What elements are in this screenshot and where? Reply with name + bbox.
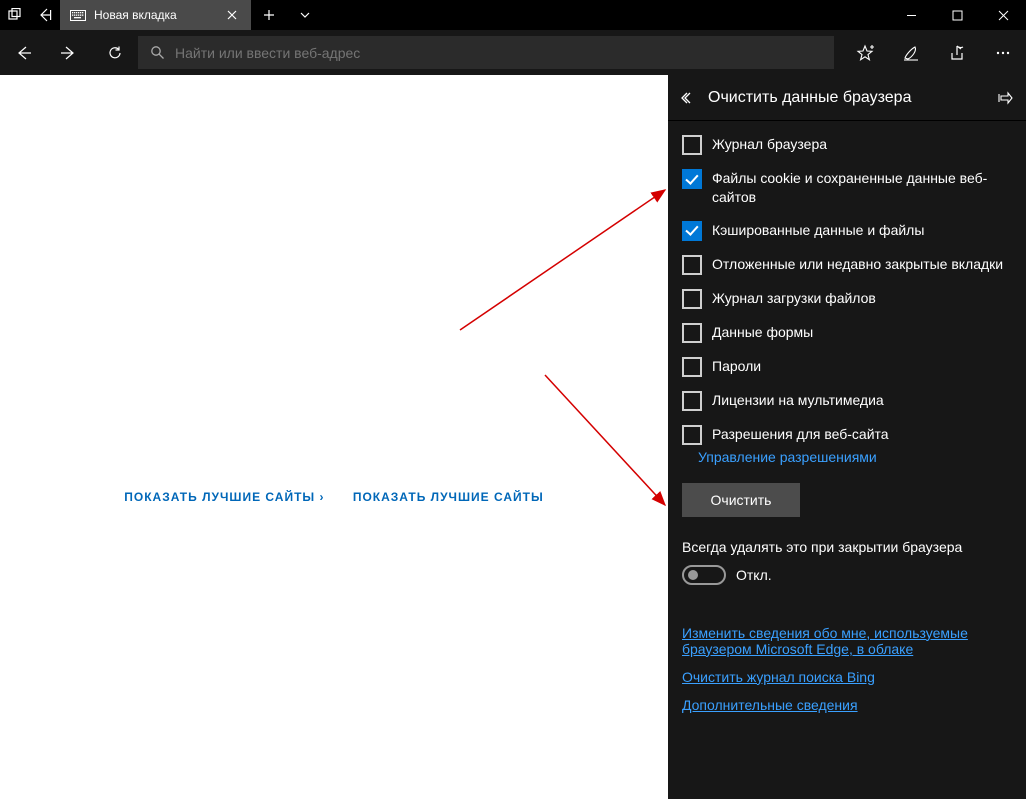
checkbox[interactable]	[682, 255, 702, 275]
toolbar	[0, 30, 1026, 75]
clear-option-7[interactable]: Лицензии на мультимедиа	[682, 391, 1012, 411]
panel-header: Очистить данные браузера	[668, 75, 1026, 121]
window-close-button[interactable]	[980, 0, 1026, 30]
clear-option-2[interactable]: Кэшированные данные и файлы	[682, 221, 1012, 241]
panel-back-button[interactable]	[678, 91, 698, 105]
more-menu-button[interactable]	[980, 30, 1026, 75]
checkbox-label: Файлы cookie и сохраненные данные веб-са…	[712, 169, 1012, 207]
clear-option-1[interactable]: Файлы cookie и сохраненные данные веб-са…	[682, 169, 1012, 207]
nav-forward-button[interactable]	[46, 30, 92, 75]
checkbox-label: Журнал загрузки файлов	[712, 289, 876, 308]
manage-permissions-link[interactable]: Управление разрешениями	[668, 449, 1026, 465]
panel-pin-button[interactable]	[996, 90, 1016, 106]
window-minimize-button[interactable]	[888, 0, 934, 30]
reload-button[interactable]	[92, 30, 138, 75]
top-sites-link-2[interactable]: ПОКАЗАТЬ ЛУЧШИЕ САЙТЫ	[353, 490, 544, 504]
new-tab-button[interactable]	[251, 0, 287, 30]
checkbox[interactable]	[682, 357, 702, 377]
tab-keyboard-icon	[70, 10, 86, 21]
checkbox[interactable]	[682, 391, 702, 411]
clear-options-list: Журнал браузера Файлы cookie и сохраненны…	[668, 121, 1026, 445]
checkbox[interactable]	[682, 169, 702, 189]
clear-option-3[interactable]: Отложенные или недавно закрытые вкладки	[682, 255, 1012, 275]
window-maximize-button[interactable]	[934, 0, 980, 30]
search-icon	[150, 45, 165, 60]
always-clear-toggle[interactable]	[682, 565, 726, 585]
titlebar: Новая вкладка	[0, 0, 1026, 30]
checkbox-label: Пароли	[712, 357, 761, 376]
address-input[interactable]	[175, 45, 822, 61]
checkbox[interactable]	[682, 425, 702, 445]
clear-option-4[interactable]: Журнал загрузки файлов	[682, 289, 1012, 309]
checkbox-label: Лицензии на мультимедиа	[712, 391, 884, 410]
footer-link-1[interactable]: Очистить журнал поиска Bing	[682, 669, 1012, 685]
clear-button-label: Очистить	[711, 492, 772, 508]
browser-tab[interactable]: Новая вкладка	[60, 0, 251, 30]
always-clear-section: Всегда удалять это при закрытии браузера…	[668, 517, 1026, 585]
checkbox-label: Данные формы	[712, 323, 813, 342]
checkbox[interactable]	[682, 221, 702, 241]
nav-back-button[interactable]	[0, 30, 46, 75]
footer-link-0[interactable]: Изменить сведения обо мне, используемые …	[682, 625, 1012, 657]
always-clear-label: Всегда удалять это при закрытии браузера	[682, 539, 1012, 555]
tab-close-button[interactable]	[223, 6, 241, 24]
footer-link-2[interactable]: Дополнительные сведения	[682, 697, 1012, 713]
clear-option-8[interactable]: Разрешения для веб-сайта	[682, 425, 1012, 445]
address-bar[interactable]	[138, 36, 834, 69]
checkbox-label: Журнал браузера	[712, 135, 827, 154]
toggle-state-label: Откл.	[736, 567, 772, 583]
ink-note-button[interactable]	[888, 30, 934, 75]
clear-option-6[interactable]: Пароли	[682, 357, 1012, 377]
checkbox-label: Разрешения для веб-сайта	[712, 425, 889, 444]
panel-footer-links: Изменить сведения обо мне, используемые …	[668, 585, 1026, 713]
panel-title: Очистить данные браузера	[708, 89, 986, 107]
checkbox[interactable]	[682, 289, 702, 309]
checkbox[interactable]	[682, 323, 702, 343]
back-history-icon[interactable]	[30, 0, 60, 30]
tab-title: Новая вкладка	[94, 8, 177, 22]
clear-option-5[interactable]: Данные формы	[682, 323, 1012, 343]
restore-windows-icon[interactable]	[0, 0, 30, 30]
top-sites-link-1[interactable]: ПОКАЗАТЬ ЛУЧШИЕ САЙТЫ ›	[124, 490, 324, 504]
toggle-knob	[688, 570, 698, 580]
share-button[interactable]	[934, 30, 980, 75]
clear-button[interactable]: Очистить	[682, 483, 800, 517]
page-content: ПОКАЗАТЬ ЛУЧШИЕ САЙТЫ › ПОКАЗАТЬ ЛУЧШИЕ …	[0, 75, 668, 799]
checkbox[interactable]	[682, 135, 702, 155]
clear-option-0[interactable]: Журнал браузера	[682, 135, 1012, 155]
tab-dropdown-button[interactable]	[287, 0, 323, 30]
checkbox-label: Кэшированные данные и файлы	[712, 221, 924, 240]
checkbox-label: Отложенные или недавно закрытые вкладки	[712, 255, 1003, 274]
clear-data-panel: Очистить данные браузера Журнал браузера…	[668, 75, 1026, 799]
favorite-star-button[interactable]	[842, 30, 888, 75]
